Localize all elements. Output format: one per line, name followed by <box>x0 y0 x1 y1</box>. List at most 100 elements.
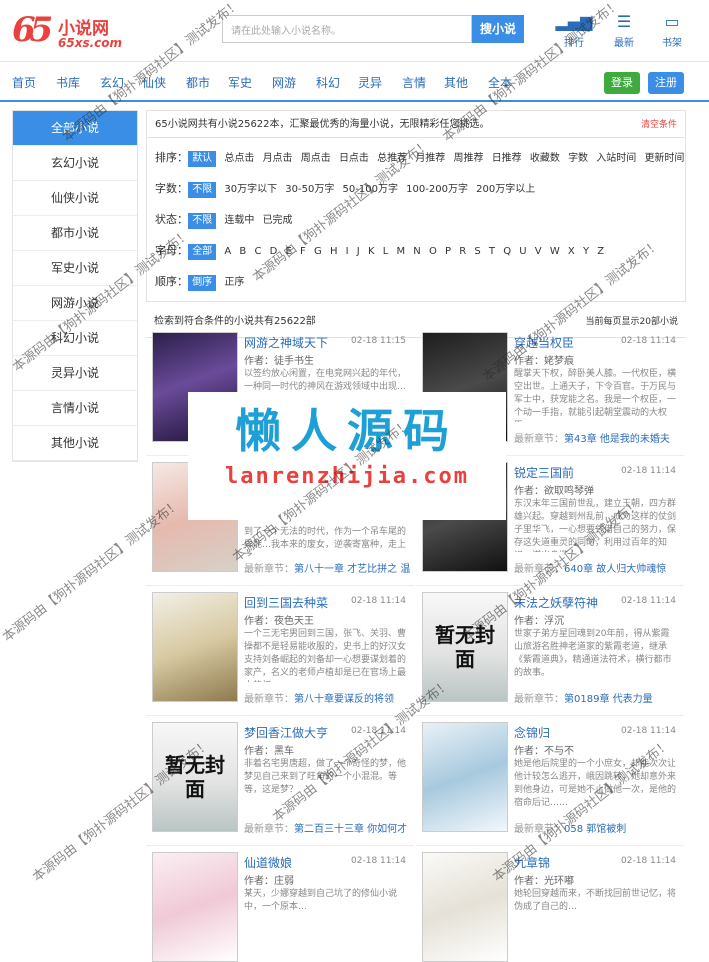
sidebar-item-xuanhuan[interactable]: 玄幻小说 <box>13 146 137 181</box>
book-title[interactable]: 念锦归 <box>514 724 550 741</box>
filter-option[interactable]: O <box>429 236 437 267</box>
filter-option[interactable]: H <box>330 236 338 267</box>
filter-option[interactable]: G <box>314 236 322 267</box>
filter-option[interactable]: 周推荐 <box>454 143 484 174</box>
filter-option[interactable]: E <box>286 236 292 267</box>
nav-item-home[interactable]: 首页 <box>12 74 36 91</box>
sidebar-item-supernatural[interactable]: 灵异小说 <box>13 356 137 391</box>
filter-option[interactable]: K <box>368 236 375 267</box>
latest-link[interactable]: ☰ 最新 <box>604 12 644 49</box>
nav-item-city[interactable]: 都市 <box>186 74 210 91</box>
clear-filters-link[interactable]: 清空条件 <box>641 111 677 139</box>
filter-option[interactable]: 30万字以下 <box>224 174 277 205</box>
latest-chapter-link[interactable]: 第八十一章 才艺比拼之 温 <box>294 564 410 575</box>
latest-chapter-link[interactable]: 第0189章 代表力量 <box>564 694 653 705</box>
book-cover[interactable] <box>422 722 508 832</box>
filter-option[interactable]: 已完成 <box>263 205 293 236</box>
book-cover[interactable] <box>422 852 508 962</box>
filter-option[interactable]: A <box>224 236 231 267</box>
filter-option[interactable]: 收藏数 <box>530 143 560 174</box>
nav-item-xuanhuan[interactable]: 玄幻 <box>100 74 124 91</box>
filter-option[interactable]: J <box>357 236 360 267</box>
filter-option[interactable]: 30-50万字 <box>285 174 334 205</box>
sidebar-item-military[interactable]: 军史小说 <box>13 251 137 286</box>
filter-option[interactable]: X <box>568 236 575 267</box>
latest-chapter-link[interactable]: 第二百三十三章 你如何才 <box>294 824 407 835</box>
book-title[interactable]: 末法之妖孽符神 <box>514 594 598 611</box>
ranking-link[interactable]: ▂▄▆ 排行 <box>554 12 594 49</box>
bookshelf-link[interactable]: ▭ 书架 <box>652 12 692 49</box>
filter-option[interactable]: D <box>270 236 278 267</box>
book-title[interactable]: 网游之神域天下 <box>244 334 328 351</box>
nav-item-complete[interactable]: 全本 <box>488 74 512 91</box>
filter-option[interactable]: U <box>519 236 526 267</box>
filter-option[interactable]: 总推荐 <box>377 143 407 174</box>
site-logo[interactable]: 65 小说网 65xs.com <box>12 10 124 52</box>
filter-option[interactable]: L <box>383 236 389 267</box>
filter-option[interactable]: Y <box>583 236 589 267</box>
filter-option[interactable]: F <box>300 236 306 267</box>
nav-item-library[interactable]: 书库 <box>56 74 80 91</box>
filter-option[interactable]: 周点击 <box>301 143 331 174</box>
filter-option[interactable]: 不限 <box>188 213 217 229</box>
filter-option[interactable]: 倒序 <box>188 275 217 291</box>
filter-option[interactable]: Q <box>503 236 511 267</box>
filter-option[interactable]: P <box>445 236 451 267</box>
sidebar-item-scifi[interactable]: 科幻小说 <box>13 321 137 356</box>
filter-option[interactable]: V <box>535 236 542 267</box>
nav-item-scifi[interactable]: 科幻 <box>316 74 340 91</box>
filter-option[interactable]: 50-100万字 <box>343 174 398 205</box>
book-title[interactable]: 穿越当权臣 <box>514 334 574 351</box>
book-cover[interactable] <box>152 592 238 702</box>
book-cover[interactable]: 暂无封面 <box>152 722 238 832</box>
filter-option[interactable]: 正序 <box>224 267 244 298</box>
login-button[interactable]: 登录 <box>604 72 640 94</box>
sidebar-item-romance[interactable]: 言情小说 <box>13 391 137 426</box>
latest-chapter-link[interactable]: 第八十章要谋反的将领 <box>294 694 394 705</box>
book-cover[interactable] <box>152 852 238 962</box>
nav-item-romance[interactable]: 言情 <box>402 74 426 91</box>
nav-item-game[interactable]: 网游 <box>272 74 296 91</box>
latest-chapter-link[interactable]: 第43章 他是我的未婚夫 <box>564 434 670 445</box>
filter-option[interactable]: T <box>489 236 495 267</box>
filter-option[interactable]: 全部 <box>188 244 217 260</box>
sidebar-item-other[interactable]: 其他小说 <box>13 426 137 461</box>
sidebar-item-xianxia[interactable]: 仙侠小说 <box>13 181 137 216</box>
nav-item-supernatural[interactable]: 灵异 <box>358 74 382 91</box>
filter-option[interactable]: 日推荐 <box>492 143 522 174</box>
filter-option[interactable]: 默认 <box>188 151 217 167</box>
filter-option[interactable]: S <box>474 236 480 267</box>
latest-chapter-link[interactable]: 640章 故人归大帅魂惊 <box>564 564 666 575</box>
filter-option[interactable]: 字数 <box>568 143 588 174</box>
filter-option[interactable]: 不限 <box>188 182 217 198</box>
filter-option[interactable]: Z <box>597 236 604 267</box>
search-input[interactable]: 请在此处输入小说名称。 <box>222 15 472 43</box>
nav-item-xianxia[interactable]: 仙侠 <box>142 74 166 91</box>
sidebar-item-game[interactable]: 网游小说 <box>13 286 137 321</box>
book-cover[interactable]: 暂无封面 <box>422 592 508 702</box>
filter-option[interactable]: 月推荐 <box>415 143 445 174</box>
book-title[interactable]: 九章锦 <box>514 854 550 871</box>
sidebar-item-city[interactable]: 都市小说 <box>13 216 137 251</box>
filter-option[interactable]: B <box>239 236 246 267</box>
filter-option[interactable]: C <box>254 236 261 267</box>
book-title[interactable]: 回到三国去种菜 <box>244 594 328 611</box>
book-title[interactable]: 梦回香江做大亨 <box>244 724 328 741</box>
filter-option[interactable]: 日点击 <box>339 143 369 174</box>
sidebar-item-all[interactable]: 全部小说 <box>13 111 137 146</box>
book-title[interactable]: 仙道微娘 <box>244 854 292 871</box>
filter-option[interactable]: 更新时间 <box>644 143 684 174</box>
filter-option[interactable]: 100-200万字 <box>406 174 468 205</box>
filter-option[interactable]: N <box>413 236 420 267</box>
filter-option[interactable]: 月点击 <box>263 143 293 174</box>
filter-option[interactable]: 总点击 <box>224 143 254 174</box>
book-title[interactable]: 锐定三国前 <box>514 464 574 481</box>
filter-option[interactable]: M <box>396 236 405 267</box>
filter-option[interactable]: 200万字以上 <box>476 174 535 205</box>
filter-option[interactable]: I <box>346 236 349 267</box>
filter-option[interactable]: W <box>550 236 560 267</box>
search-button[interactable]: 搜小说 <box>472 15 524 43</box>
filter-option[interactable]: 入站时间 <box>596 143 636 174</box>
filter-option[interactable]: R <box>459 236 466 267</box>
nav-item-other[interactable]: 其他 <box>444 74 468 91</box>
